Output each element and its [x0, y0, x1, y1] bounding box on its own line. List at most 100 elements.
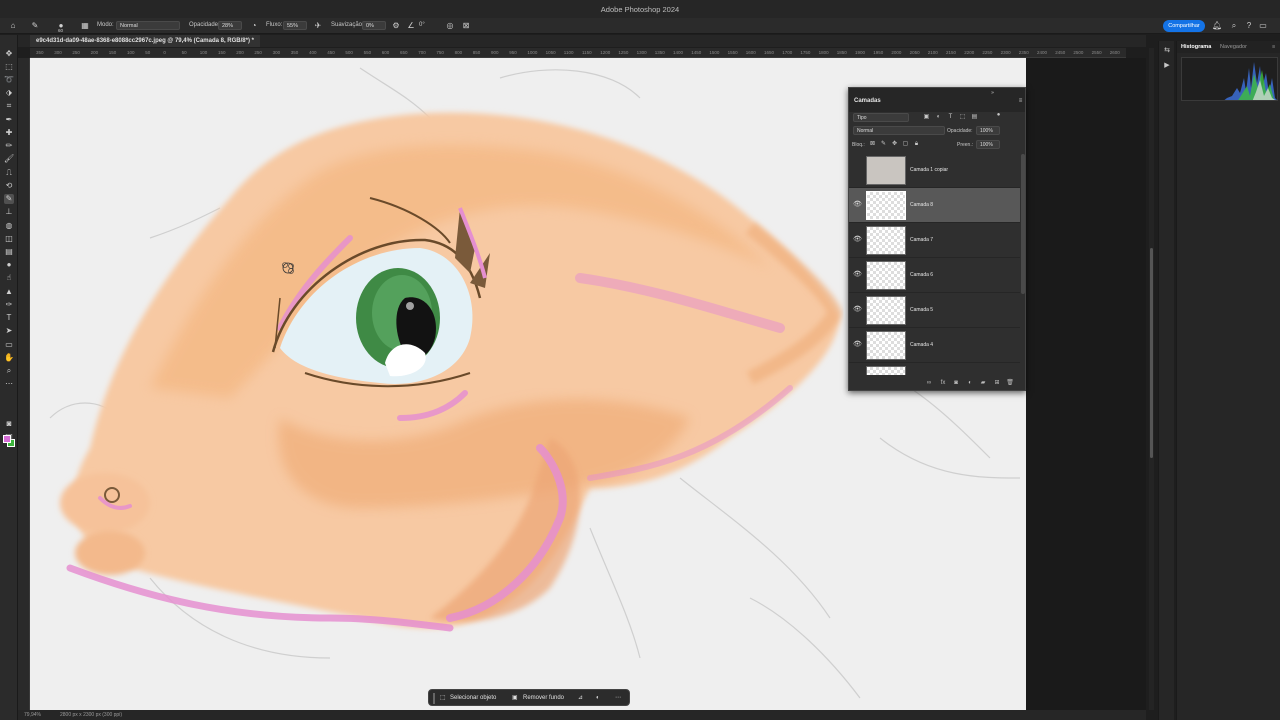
filter-type-icon[interactable]: T: [947, 114, 954, 121]
notifications-icon[interactable]: 🔔︎: [1212, 21, 1222, 31]
opacity-field[interactable]: 28%: [218, 21, 242, 30]
quick-mask-icon[interactable]: ◙: [4, 419, 14, 429]
symmetry-icon[interactable]: ⊠: [461, 21, 471, 31]
tab-histogram[interactable]: Histograma: [1181, 44, 1211, 50]
layers-panel-title[interactable]: Camadas: [854, 98, 881, 104]
marquee-icon[interactable]: ⬚: [4, 62, 14, 72]
filter-adjustment-icon[interactable]: ◐: [935, 114, 942, 121]
taskbar-grip-handle[interactable]: [433, 693, 435, 704]
blur-icon[interactable]: ◍: [4, 221, 14, 231]
tab-navigator[interactable]: Navegador: [1220, 44, 1247, 50]
foreground-color-swatch[interactable]: [3, 435, 11, 443]
group-folder-icon[interactable]: ▰: [979, 379, 987, 387]
scrollbar-thumb[interactable]: [1150, 248, 1153, 458]
filter-pixel-icon[interactable]: ▣: [923, 114, 930, 121]
lock-transparent-icon[interactable]: ⊠: [869, 141, 876, 148]
properties-icon[interactable]: ⇆: [1162, 46, 1172, 56]
share-button[interactable]: Compartilhar: [1163, 20, 1205, 32]
filter-smart-object-icon[interactable]: ▤: [971, 114, 978, 121]
layer-opacity-field[interactable]: 100%: [976, 126, 1000, 135]
layer-filter-select[interactable]: Tipo: [853, 113, 909, 122]
zoom-icon[interactable]: ⌕: [4, 366, 14, 376]
layer-mask-icon[interactable]: ◙: [952, 379, 960, 387]
document-tab[interactable]: e9c4d31d-da09-48ae-8368-e8088cc2967c.jpe…: [30, 35, 260, 47]
panel-menu-icon[interactable]: ≡: [1272, 44, 1275, 50]
brush-tool-active-icon[interactable]: ✎: [4, 194, 14, 204]
type-icon[interactable]: T: [4, 313, 14, 323]
smoothing-field[interactable]: 0%: [362, 21, 386, 30]
layer-row[interactable]: 👁︎ Camada 8: [849, 188, 1020, 223]
home-icon[interactable]: ⌂: [8, 21, 18, 31]
object-select-icon[interactable]: ⬗: [4, 88, 14, 98]
pencil-icon[interactable]: ✏: [4, 141, 14, 151]
angle-icon[interactable]: ∠: [406, 21, 416, 31]
dodge-icon[interactable]: ●: [4, 260, 14, 270]
brush-tool-preset-icon[interactable]: ✎: [30, 21, 40, 31]
eye-icon[interactable]: 👁︎: [853, 341, 862, 349]
workspace-icon[interactable]: ▭: [1258, 21, 1268, 31]
lock-all-icon[interactable]: 🔒︎: [913, 141, 920, 148]
brush-icon[interactable]: 🖌︎: [4, 154, 14, 164]
eyedropper-icon[interactable]: ✒: [4, 115, 14, 125]
layers-scrollbar[interactable]: [1021, 154, 1025, 294]
adjustment-layer-icon[interactable]: ◐: [966, 379, 974, 387]
flow-field[interactable]: 55%: [283, 21, 307, 30]
hand-icon[interactable]: ✋: [4, 353, 14, 363]
transform-icon[interactable]: ⊿: [578, 693, 583, 704]
angle-value[interactable]: 0°: [419, 22, 425, 28]
lock-artboard-icon[interactable]: ▢: [902, 141, 909, 148]
trash-icon[interactable]: 🗑︎: [1006, 379, 1014, 387]
pressure-size-icon[interactable]: ◎: [445, 21, 455, 31]
lock-position-icon[interactable]: ✥: [891, 141, 898, 148]
panel-collapse-icon[interactable]: »: [989, 90, 996, 97]
crop-icon[interactable]: ⌗: [4, 101, 14, 111]
layer-row[interactable]: 👁︎ Camada 6: [849, 258, 1020, 293]
move-icon[interactable]: ✥: [4, 49, 14, 59]
smoothing-settings-icon[interactable]: ⚙: [391, 21, 401, 31]
gradient-icon[interactable]: ▤: [4, 247, 14, 257]
panel-menu-icon[interactable]: ≡: [1017, 98, 1024, 105]
remove-background-button[interactable]: Remover fundo: [523, 693, 564, 704]
eye-icon[interactable]: 👁︎: [853, 306, 862, 314]
zoom-level[interactable]: 79,94%: [24, 712, 41, 718]
path-select-icon[interactable]: ➤: [4, 326, 14, 336]
clone-stamp-icon[interactable]: ⎍: [4, 168, 14, 178]
remove-background-icon[interactable]: ▣: [512, 693, 518, 704]
eraser-icon[interactable]: ◫: [4, 234, 14, 244]
adjustment-icon[interactable]: ◐: [596, 693, 600, 704]
pen-icon[interactable]: ✑: [4, 300, 14, 310]
eye-icon[interactable]: 👁︎: [853, 201, 862, 209]
link-layers-icon[interactable]: ∞: [925, 379, 933, 387]
fill-field[interactable]: 100%: [976, 140, 1000, 149]
stamp-icon[interactable]: ⊥: [4, 207, 14, 217]
help-icon[interactable]: ?: [1244, 21, 1254, 31]
layers-panel[interactable]: Camadas ≡ » Tipo ▣ ◐ T ⬚ ▤ ● Normal Opac…: [848, 87, 1026, 391]
layer-row[interactable]: 👁︎ Camada 5: [849, 293, 1020, 328]
lasso-icon[interactable]: ➰: [4, 75, 14, 85]
brush-settings-icon[interactable]: ▦: [80, 21, 90, 31]
filter-toggle-icon[interactable]: ●: [995, 112, 1002, 119]
more-options-icon[interactable]: ⋯: [615, 693, 621, 704]
layer-row[interactable]: 👁︎ Camada 7: [849, 223, 1020, 258]
shape-icon[interactable]: ▭: [4, 340, 14, 350]
lock-image-icon[interactable]: ✎: [880, 141, 887, 148]
pressure-opacity-icon[interactable]: ◔: [249, 21, 259, 31]
layer-row[interactable]: Camada 1 copiar: [849, 153, 1020, 188]
layer-style-icon[interactable]: fx: [939, 379, 947, 387]
eye-icon[interactable]: 👁︎: [853, 271, 862, 279]
play-icon[interactable]: ▶: [1162, 61, 1172, 71]
more-icon[interactable]: ⋯: [4, 379, 14, 389]
layer-row[interactable]: 👁︎ Camada 4: [849, 328, 1020, 363]
triangle-icon[interactable]: ▲: [4, 287, 14, 297]
mode-select[interactable]: Normal: [116, 21, 180, 30]
blend-mode-select[interactable]: Normal: [853, 126, 945, 135]
canvas-scrollbar[interactable]: [1149, 48, 1154, 710]
filter-shape-icon[interactable]: ⬚: [959, 114, 966, 121]
eye-icon[interactable]: 👁︎: [853, 236, 862, 244]
layer-row[interactable]: [849, 363, 1020, 375]
select-object-icon[interactable]: ⬚: [440, 693, 446, 704]
history-brush-icon[interactable]: ⟲: [4, 181, 14, 191]
airbrush-icon[interactable]: ✈: [313, 21, 323, 31]
healing-icon[interactable]: ✚: [4, 128, 14, 138]
search-icon[interactable]: ⌕: [1229, 21, 1239, 31]
